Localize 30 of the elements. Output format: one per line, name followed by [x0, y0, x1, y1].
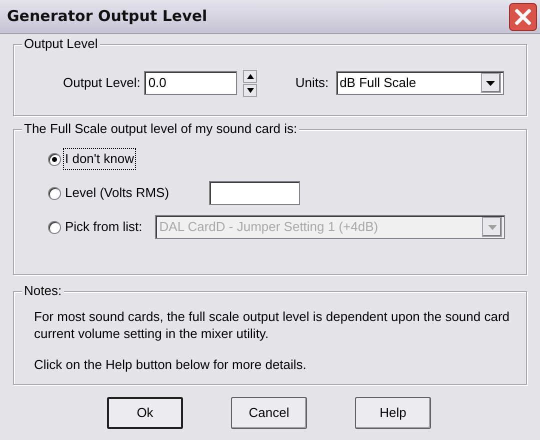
field-label: Output Level:: [63, 74, 140, 92]
radio-label: Pick from list:: [64, 218, 144, 236]
field-value: DAL CardD - Jumper Setting 1 (+4dB): [159, 218, 378, 236]
radio-label: I don't know: [64, 149, 135, 169]
window-title: Generator Output Level: [7, 6, 208, 28]
dialog-button[interactable]: Ok: [107, 397, 183, 429]
up-icon: [246, 74, 254, 78]
group-title: Output Level: [22, 36, 100, 52]
dropdown-button[interactable]: [480, 73, 501, 93]
caret-down-icon: [486, 80, 496, 86]
close-button[interactable]: [509, 2, 537, 30]
dialog-button[interactable]: Cancel: [231, 397, 307, 429]
level-field[interactable]: 0.0: [144, 71, 238, 95]
group-title: The Full Scale output level of my sound card is:: [22, 121, 300, 137]
volts-field[interactable]: [209, 181, 300, 205]
radio-button[interactable]: [48, 186, 61, 200]
notes-text: Click on the Help button below for more details.: [34, 356, 308, 373]
field-label: Units:: [295, 74, 329, 92]
caret-down-icon: [488, 224, 497, 230]
spin-down-button[interactable]: [243, 84, 258, 96]
down-icon: [246, 88, 254, 92]
units-dropdown[interactable]: dB Full Scale: [336, 71, 504, 95]
field-value: 0.0: [148, 74, 166, 92]
close-icon: [515, 8, 531, 24]
radio-button[interactable]: [48, 152, 61, 166]
radio-label: Level (Volts RMS): [64, 184, 170, 202]
field-value: dB Full Scale: [340, 74, 416, 92]
notes-text: For most sound cards, the full scale output level is dependent upon the sound card current volume setting in the mixer utility.: [34, 308, 511, 342]
spin-up-button[interactable]: [243, 70, 258, 82]
dialog-button[interactable]: Help: [355, 397, 431, 429]
